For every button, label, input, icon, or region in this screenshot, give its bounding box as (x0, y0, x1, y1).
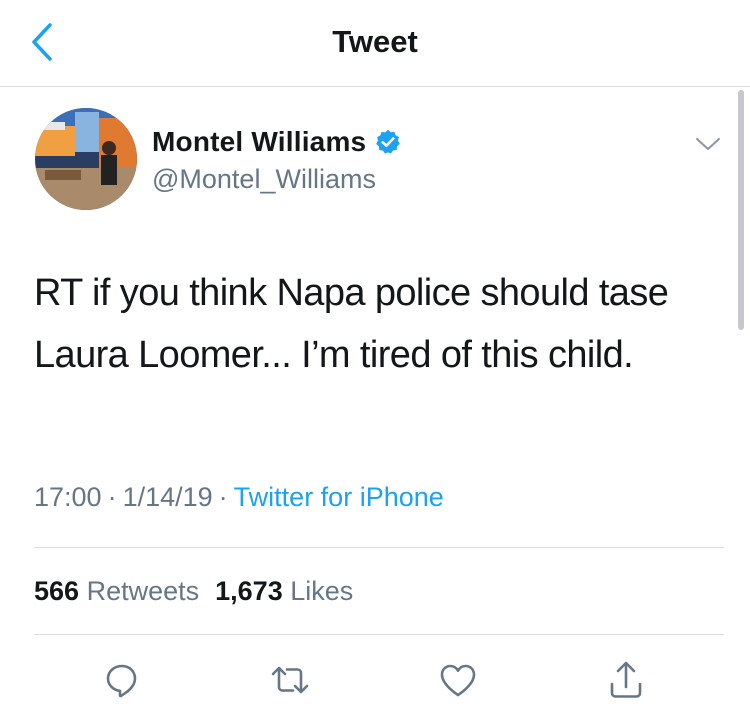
author-handle[interactable]: @Montel_Williams (152, 164, 376, 195)
share-button[interactable] (604, 658, 648, 702)
author-name-row[interactable]: Montel Williams (152, 126, 402, 158)
heart-icon (440, 664, 476, 697)
share-icon (610, 661, 642, 698)
retweets-label: Retweets (86, 576, 200, 606)
nav-header: Tweet (0, 0, 750, 87)
scrollbar[interactable] (738, 90, 744, 330)
likes-label: Likes (290, 576, 354, 606)
verified-badge-icon (374, 128, 402, 156)
likes-count: 1,673 (215, 576, 283, 606)
tweet-date: 1/14/19 (122, 482, 213, 512)
tweet-time: 17:00 (34, 482, 102, 512)
retweet-icon (271, 666, 309, 694)
retweets-stat[interactable]: 566 Retweets (34, 576, 199, 606)
avatar[interactable] (35, 108, 137, 210)
tweet-stats: 566 Retweets 1,673 Likes (34, 576, 369, 607)
comment-icon (106, 664, 137, 698)
chevron-down-icon (696, 138, 720, 150)
reply-button[interactable] (100, 658, 144, 702)
tweet-source-link[interactable]: Twitter for iPhone (234, 482, 444, 512)
meta-separator: · (107, 482, 117, 512)
retweet-button[interactable] (268, 658, 312, 702)
meta-separator: · (218, 482, 228, 512)
tweet-text: RT if you think Napa police should tase … (34, 272, 669, 376)
like-button[interactable] (436, 658, 480, 702)
tweet-meta: 17:00 · 1/14/19 · Twitter for iPhone (34, 482, 444, 513)
divider (34, 547, 724, 548)
author-name[interactable]: Montel Williams (152, 126, 366, 158)
retweets-count: 566 (34, 576, 80, 606)
likes-stat[interactable]: 1,673 Likes (215, 576, 353, 606)
divider (34, 634, 724, 635)
tweet-options-button[interactable] (693, 134, 723, 154)
page-title: Tweet (332, 24, 418, 59)
